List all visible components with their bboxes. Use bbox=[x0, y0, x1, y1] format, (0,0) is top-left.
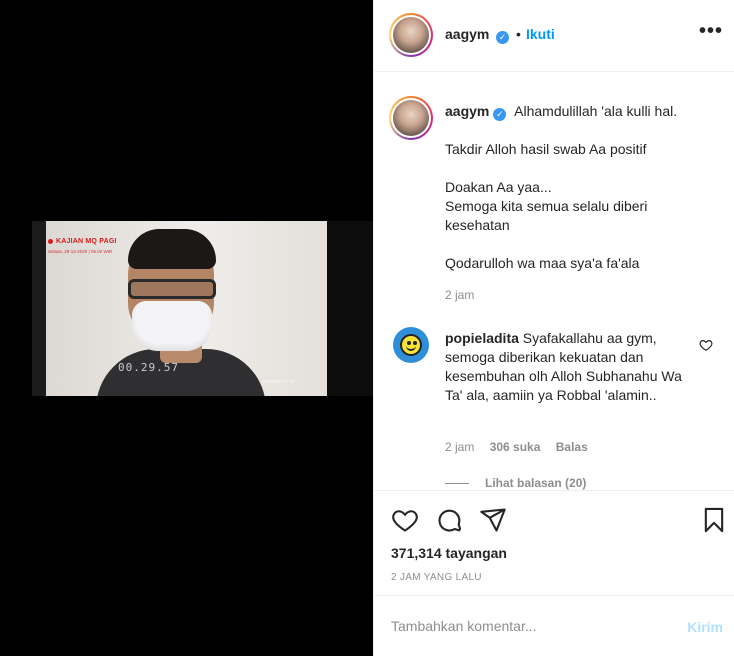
caption-avatar[interactable] bbox=[389, 96, 433, 140]
caption-username[interactable]: aagym bbox=[445, 103, 489, 119]
comment-like-heart-icon[interactable] bbox=[699, 338, 713, 352]
view-replies-button[interactable]: Lihat balasan (20) bbox=[445, 476, 586, 490]
video-player[interactable]: KAJIAN MQ PAGI Selasa, 29-12-2020 | 05.0… bbox=[32, 221, 373, 396]
verified-badge-icon: ✓ bbox=[496, 31, 509, 44]
comment-text: popieladita Syafakallahu aa gym, semoga … bbox=[445, 329, 695, 405]
author-username[interactable]: aagym bbox=[445, 26, 489, 42]
program-date: Selasa, 29-12-2020 | 05.02 WIB bbox=[48, 249, 112, 254]
speaker-glasses bbox=[128, 279, 216, 299]
divider-line bbox=[445, 483, 469, 485]
post-header: aagym ✓ • Ikuti ••• bbox=[374, 0, 734, 72]
view-count[interactable]: 371,314 tayangan bbox=[391, 545, 507, 561]
separator-dot: • bbox=[516, 26, 521, 42]
save-bookmark-icon[interactable] bbox=[700, 506, 728, 534]
caption-line: Qodarulloh wa maa sya'a fa'ala bbox=[445, 255, 640, 271]
share-paper-plane-icon[interactable] bbox=[479, 506, 507, 534]
commenter-username[interactable]: popieladita bbox=[445, 330, 519, 346]
posted-time[interactable]: 2 JAM YANG LALU bbox=[391, 572, 482, 583]
post-comment-button[interactable]: Kirim bbox=[687, 619, 723, 635]
video-timer: 00.29.57 bbox=[118, 361, 179, 374]
comment-input[interactable] bbox=[391, 614, 661, 638]
post-panel: aagym ✓ • Ikuti ••• aagym ✓ Alhamdulillah… bbox=[373, 0, 734, 656]
comment-time[interactable]: 2 jam bbox=[445, 440, 474, 454]
add-comment-bar: Kirim bbox=[374, 595, 734, 656]
comments-section[interactable]: aagym ✓ Alhamdulillah 'ala kulli hal. Tak… bbox=[374, 73, 734, 490]
caption-text: aagym ✓ Alhamdulillah 'ala kulli hal. Tak… bbox=[445, 102, 715, 273]
caption-line: Takdir Alloh hasil swab Aa positif bbox=[445, 141, 647, 157]
program-title: KAJIAN MQ PAGI bbox=[48, 238, 117, 245]
follow-button[interactable]: Ikuti bbox=[526, 26, 555, 42]
like-heart-icon[interactable] bbox=[391, 506, 419, 534]
comment-likes[interactable]: 306 suka bbox=[490, 440, 541, 454]
property-watermark: PROPERTY OF bbox=[263, 379, 296, 384]
post-media[interactable]: KAJIAN MQ PAGI Selasa, 29-12-2020 | 05.0… bbox=[0, 0, 373, 656]
reply-button[interactable]: Balas bbox=[556, 440, 588, 454]
speaker-face-mask bbox=[132, 301, 212, 351]
caption-line: Semoga kita semua selalu diberi kesehata… bbox=[445, 198, 648, 233]
comment-meta: 2 jam 306 suka Balas bbox=[445, 440, 600, 454]
commenter-avatar[interactable] bbox=[393, 327, 429, 363]
caption-time[interactable]: 2 jam bbox=[445, 288, 474, 302]
caption-line: Alhamdulillah 'ala kulli hal. bbox=[514, 103, 678, 119]
more-options-icon[interactable]: ••• bbox=[699, 20, 723, 43]
verified-badge-icon: ✓ bbox=[493, 108, 507, 121]
caption-line: Doakan Aa yaa... bbox=[445, 179, 552, 195]
comment-bubble-icon[interactable] bbox=[436, 506, 464, 534]
author-avatar[interactable] bbox=[389, 13, 433, 57]
